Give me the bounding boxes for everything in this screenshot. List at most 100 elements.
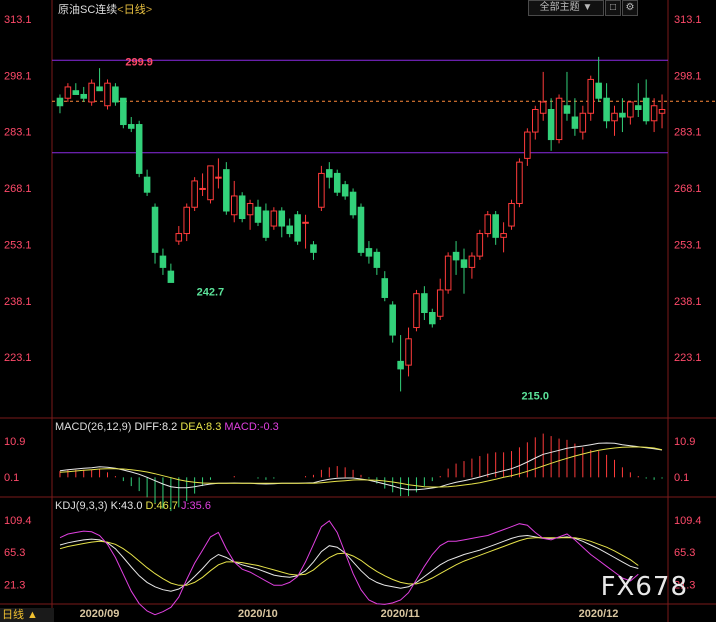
kdj-y-tick-left: 109.4 bbox=[4, 515, 32, 527]
candle-down bbox=[460, 259, 468, 268]
theme-dropdown[interactable]: 全部主题 ▼ bbox=[528, 0, 604, 16]
candle-up bbox=[627, 101, 634, 118]
candle-up bbox=[587, 78, 595, 114]
candle-down bbox=[96, 86, 103, 92]
watermark: FX678 bbox=[600, 572, 688, 602]
candle-down bbox=[595, 82, 602, 99]
y-tick-right: 268.1 bbox=[674, 183, 702, 195]
kdj-params: KDJ(9,3,3) bbox=[55, 500, 108, 512]
y-tick-left: 268.1 bbox=[4, 183, 32, 195]
candle-up bbox=[246, 202, 254, 216]
candle-down bbox=[571, 116, 579, 129]
period-tab[interactable]: 日线 ▲ bbox=[0, 608, 54, 622]
y-tick-right: 283.1 bbox=[674, 127, 702, 139]
candle-down bbox=[397, 360, 404, 370]
macd-diff: DIFF:8.2 bbox=[134, 421, 178, 433]
x-tick-label: 2020/10 bbox=[238, 608, 278, 620]
candle-down bbox=[127, 124, 135, 129]
candle-down bbox=[547, 109, 555, 141]
macd-y-tick-right: 0.1 bbox=[674, 472, 689, 484]
candle-up bbox=[476, 233, 484, 257]
candle-up bbox=[508, 202, 515, 227]
candle-up bbox=[532, 109, 539, 133]
candle-down bbox=[167, 270, 175, 283]
candle-up bbox=[516, 161, 523, 204]
candle-down bbox=[72, 90, 80, 95]
macd-y-tick-right: 10.9 bbox=[674, 436, 695, 448]
candle-down bbox=[238, 195, 246, 220]
candle-down bbox=[381, 278, 389, 298]
candle-up bbox=[611, 112, 618, 122]
y-tick-right: 298.1 bbox=[674, 70, 702, 82]
macd-dea-line bbox=[59, 446, 663, 488]
candle-down bbox=[294, 214, 301, 242]
candle-down bbox=[120, 97, 127, 126]
candle-up bbox=[658, 109, 666, 114]
candle-up bbox=[650, 105, 658, 122]
candle-down bbox=[80, 93, 87, 99]
candle-up bbox=[539, 101, 547, 114]
candle-up bbox=[64, 86, 72, 99]
y-tick-right: 223.1 bbox=[674, 352, 702, 364]
candle-down bbox=[262, 210, 270, 238]
x-tick-label: 2020/12 bbox=[579, 608, 619, 620]
candle-up bbox=[436, 289, 444, 317]
candle-down bbox=[112, 86, 119, 103]
gear-icon[interactable]: ⚙ bbox=[622, 0, 638, 16]
candle-up bbox=[215, 176, 222, 179]
chevron-down-icon: ▼ bbox=[582, 2, 593, 13]
macd-title: MACD(26,12,9) DIFF:8.2 DEA:8.3 MACD:-0.3 bbox=[55, 421, 279, 433]
kdj-y-tick-right: 109.4 bbox=[674, 515, 702, 527]
candle-up bbox=[500, 233, 507, 238]
candle-up bbox=[302, 221, 309, 224]
candle-down bbox=[349, 191, 357, 216]
candle-down bbox=[310, 244, 317, 253]
candle-down bbox=[452, 251, 460, 261]
kdj-y-tick-left: 65.3 bbox=[4, 547, 25, 559]
candle-down bbox=[341, 184, 349, 197]
y-tick-left: 313.1 bbox=[4, 14, 32, 26]
candle-down bbox=[223, 169, 230, 212]
y-tick-right: 313.1 bbox=[674, 14, 702, 26]
candle-down bbox=[151, 206, 159, 253]
candle-down bbox=[333, 172, 341, 193]
price-annotation: 242.7 bbox=[197, 287, 225, 299]
price-annotation: 299.9 bbox=[125, 57, 153, 69]
candle-down bbox=[635, 105, 642, 110]
y-tick-left: 253.1 bbox=[4, 239, 32, 251]
candle-up bbox=[579, 112, 587, 133]
candle-down bbox=[56, 97, 64, 107]
candle-down bbox=[326, 169, 333, 178]
kdj-y-tick-right: 65.3 bbox=[674, 547, 695, 559]
candle-down bbox=[429, 312, 436, 325]
candle-down bbox=[159, 255, 167, 268]
symbol-label: 原油SC连续 bbox=[58, 4, 118, 16]
candle-up bbox=[88, 82, 95, 103]
candle-up bbox=[199, 187, 206, 190]
candle-down bbox=[603, 97, 610, 122]
candle-down bbox=[143, 176, 151, 193]
candlestick-chart[interactable]: 313.1 313.1 298.1 298.1 283.1 283.1 268.1 268.1… bbox=[0, 0, 716, 622]
candle-down bbox=[619, 112, 626, 118]
layout-icon[interactable]: □ bbox=[605, 0, 621, 16]
candle-down bbox=[563, 105, 571, 114]
candle-down bbox=[373, 251, 381, 268]
candle-down bbox=[642, 97, 650, 122]
chart-title: 原油SC连续<日线> bbox=[58, 4, 153, 16]
candle-down bbox=[365, 248, 373, 257]
y-tick-right: 253.1 bbox=[674, 239, 702, 251]
candle-down bbox=[389, 304, 396, 336]
candle-down bbox=[278, 210, 286, 227]
price-annotation: 215.0 bbox=[521, 391, 549, 403]
candle-up bbox=[104, 82, 111, 107]
macd-params: MACD(26,12,9) bbox=[55, 421, 132, 433]
candle-up bbox=[207, 165, 214, 201]
y-tick-right: 238.1 bbox=[674, 296, 702, 308]
candle-down bbox=[357, 206, 365, 253]
candle-up bbox=[183, 206, 190, 235]
y-tick-left: 238.1 bbox=[4, 296, 32, 308]
candle-up bbox=[413, 293, 420, 329]
kdj-d: D:46.7 bbox=[145, 500, 178, 512]
candle-up bbox=[484, 214, 492, 235]
candle-down bbox=[286, 225, 293, 235]
